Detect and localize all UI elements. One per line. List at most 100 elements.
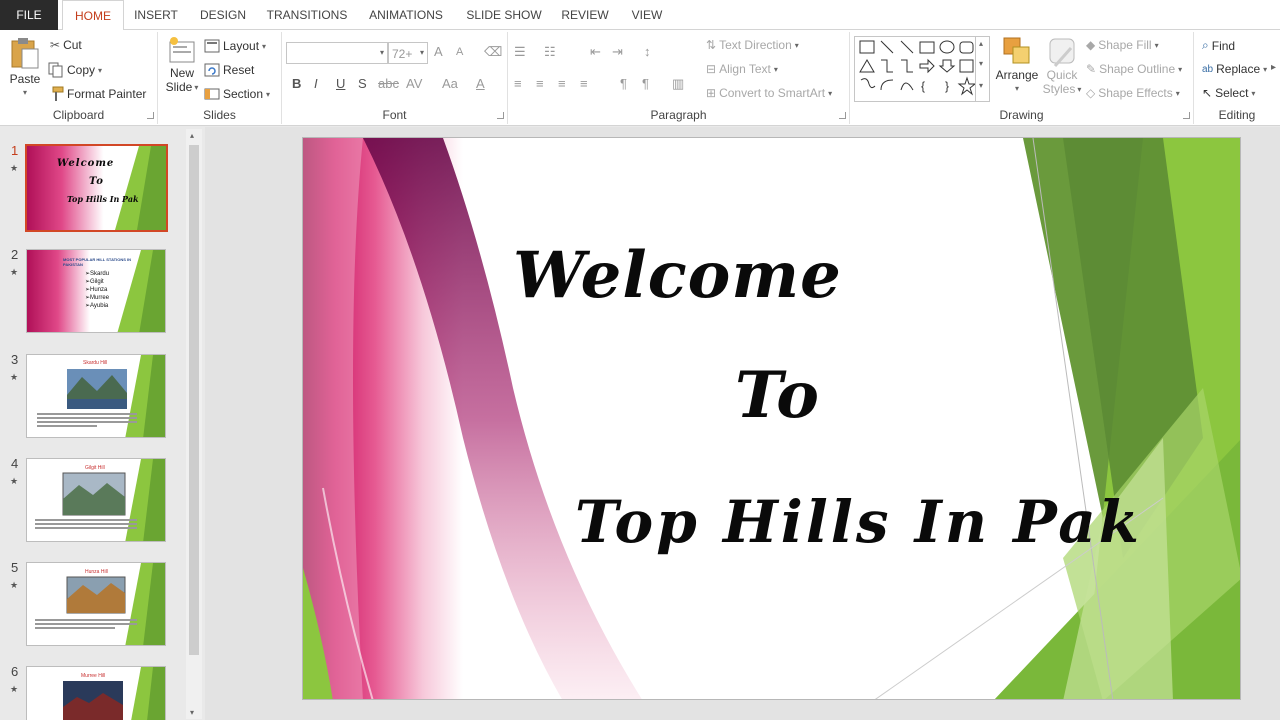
shapes-gallery[interactable]: {} ▴ ▾ ▾: [854, 36, 990, 102]
chevron-down-icon: ▾: [266, 89, 271, 99]
dialog-launcher-icon[interactable]: [1183, 112, 1190, 119]
character-spacing-button[interactable]: AV: [406, 76, 422, 91]
find-label: Find: [1211, 38, 1236, 53]
justify-icon[interactable]: ≡: [580, 76, 588, 91]
columns-icon[interactable]: ▥: [672, 76, 684, 92]
convert-smartart-button[interactable]: ⊞ Convert to SmartArt ▾: [706, 86, 832, 100]
slide-number: 4: [11, 456, 19, 471]
grow-font-button[interactable]: A: [434, 44, 443, 59]
underline-button[interactable]: U: [336, 76, 345, 91]
shape-outline-button[interactable]: ✎ Shape Outline ▾: [1086, 62, 1182, 76]
tab-home[interactable]: HOME: [62, 0, 124, 31]
dialog-launcher-icon[interactable]: [839, 112, 846, 119]
slide-editor: Welcome To Top Hills In Pak: [205, 127, 1280, 720]
align-left-icon[interactable]: ≡: [514, 76, 522, 91]
binoculars-icon: ⌕: [1202, 38, 1209, 52]
slide-title-line-1[interactable]: Welcome: [513, 238, 842, 313]
slide-thumbnail-5[interactable]: Hunza Hill: [26, 562, 166, 646]
tab-slide-show[interactable]: SLIDE SHOW: [462, 0, 546, 30]
dialog-launcher-icon[interactable]: [497, 112, 504, 119]
chevron-down-icon: ▾: [794, 40, 799, 50]
line-spacing-icon[interactable]: ↕: [644, 44, 651, 59]
align-text-button[interactable]: ⊟ Align Text ▾: [706, 62, 778, 76]
text-direction-button[interactable]: ⇅ Text Direction ▾: [706, 38, 799, 52]
new-slide-button[interactable]: New Slide ▾: [164, 36, 200, 94]
effects-icon: ◇: [1086, 86, 1096, 100]
section-button[interactable]: Section ▾: [204, 86, 270, 102]
slide-thumbnail-6[interactable]: Murree Hill: [26, 666, 166, 720]
layout-icon: [204, 39, 220, 53]
font-name-combobox[interactable]: ▾: [286, 42, 388, 64]
align-center-icon[interactable]: ≡: [536, 76, 544, 91]
font-color-button[interactable]: A: [476, 76, 485, 91]
shape-fill-button[interactable]: ◆ Shape Fill ▾: [1086, 38, 1159, 52]
tab-review[interactable]: REVIEW: [556, 0, 614, 30]
dialog-launcher-icon[interactable]: [147, 112, 154, 119]
select-label: Select: [1215, 86, 1249, 100]
replace-button[interactable]: ab Replace ▾: [1202, 62, 1267, 76]
drawing-group-label: Drawing: [999, 108, 1044, 122]
slide-title-line-3[interactable]: Top Hills In Pak: [575, 488, 1142, 556]
slide-canvas[interactable]: Welcome To Top Hills In Pak: [302, 137, 1241, 700]
bold-button[interactable]: B: [292, 76, 301, 91]
svg-text:{: {: [921, 79, 925, 93]
italic-button[interactable]: I: [314, 76, 318, 91]
ribbon: Paste ▾ ✂ Cut Copy ▾ Format Painter Clip…: [0, 30, 1280, 126]
svg-text:}: }: [945, 79, 949, 93]
paragraph-group-label: Paragraph: [650, 108, 707, 122]
slide-thumbnail-4[interactable]: Gilgit Hill: [26, 458, 166, 542]
slides-group-label: Slides: [203, 108, 236, 122]
tab-animations[interactable]: ANIMATIONS: [360, 0, 452, 30]
chevron-up-icon: ▴: [190, 131, 195, 140]
animation-star-icon: ★: [10, 372, 19, 382]
collapse-ribbon-icon[interactable]: ▸: [1271, 62, 1276, 73]
tab-insert[interactable]: INSERT: [128, 0, 184, 30]
tab-view[interactable]: VIEW: [624, 0, 670, 30]
gallery-scroll[interactable]: ▴ ▾ ▾: [975, 37, 989, 101]
font-size-combobox[interactable]: 72+ ▾: [388, 42, 428, 64]
layout-button[interactable]: Layout ▾: [204, 38, 266, 54]
text-direction-label: Text Direction: [719, 38, 792, 52]
scrollbar-thumb[interactable]: [189, 145, 199, 655]
strikethrough-icon[interactable]: abc: [378, 76, 399, 91]
slide-thumbnail-2[interactable]: MOST POPULAR HILL STATIONS IN PAKISTAN ➢…: [26, 249, 166, 333]
align-right-icon[interactable]: ≡: [558, 76, 566, 91]
reset-button[interactable]: Reset: [204, 62, 254, 78]
slide-thumbnail-1[interactable]: Welcome To Top Hills In Pak: [25, 144, 168, 232]
thumb-title: Hunza Hill: [85, 569, 108, 575]
slide-title-line-2[interactable]: To: [735, 358, 820, 433]
tab-transitions[interactable]: TRANSITIONS: [262, 0, 352, 30]
arrange-button[interactable]: Arrange ▾: [994, 36, 1040, 93]
editing-group: ⌕ Find ab Replace ▾ ↖ Select ▾ Editing: [1194, 32, 1280, 124]
find-button[interactable]: ⌕ Find: [1202, 38, 1235, 53]
shape-effects-button[interactable]: ◇ Shape Effects ▾: [1086, 86, 1180, 100]
tab-file[interactable]: FILE: [0, 0, 58, 30]
text-shadow-button[interactable]: S: [358, 76, 367, 91]
thumb-title: Gilgit Hill: [85, 465, 105, 471]
copy-button[interactable]: Copy ▾: [48, 62, 102, 78]
tab-design[interactable]: DESIGN: [192, 0, 254, 30]
decrease-indent-icon[interactable]: ⇤: [590, 44, 601, 60]
clear-formatting-icon[interactable]: ⌫: [484, 44, 502, 60]
rtl-icon[interactable]: ¶: [642, 76, 649, 91]
quick-styles-button[interactable]: Quick Styles ▾: [1042, 36, 1082, 96]
slide-thumbnail-3[interactable]: Skardu Hill: [26, 354, 166, 438]
cursor-icon: ↖: [1202, 86, 1213, 100]
cut-button[interactable]: ✂ Cut: [50, 38, 82, 52]
cut-label: Cut: [63, 38, 82, 52]
thumb-title-1: Welcome: [57, 158, 115, 169]
increase-indent-icon[interactable]: ⇥: [612, 44, 623, 60]
ltr-icon[interactable]: ¶: [620, 76, 627, 91]
format-painter-button[interactable]: Format Painter: [48, 86, 146, 102]
shapes-icon: {}: [859, 40, 975, 96]
shrink-font-button[interactable]: A: [456, 46, 463, 58]
chevron-down-icon: ▾: [979, 59, 984, 68]
thumbnail-scrollbar[interactable]: ▴ ▾: [186, 129, 202, 719]
select-button[interactable]: ↖ Select ▾: [1202, 86, 1255, 100]
chevron-down-icon: ▾: [419, 48, 424, 57]
font-group: ▾ 72+ ▾ A A ⌫ B I U S abc AV Aa A Font: [282, 32, 508, 124]
change-case-button[interactable]: Aa: [442, 76, 458, 91]
numbering-icon[interactable]: ☷: [544, 44, 556, 60]
bullets-icon[interactable]: ☰: [514, 44, 526, 60]
paste-button[interactable]: Paste ▾: [6, 36, 44, 97]
